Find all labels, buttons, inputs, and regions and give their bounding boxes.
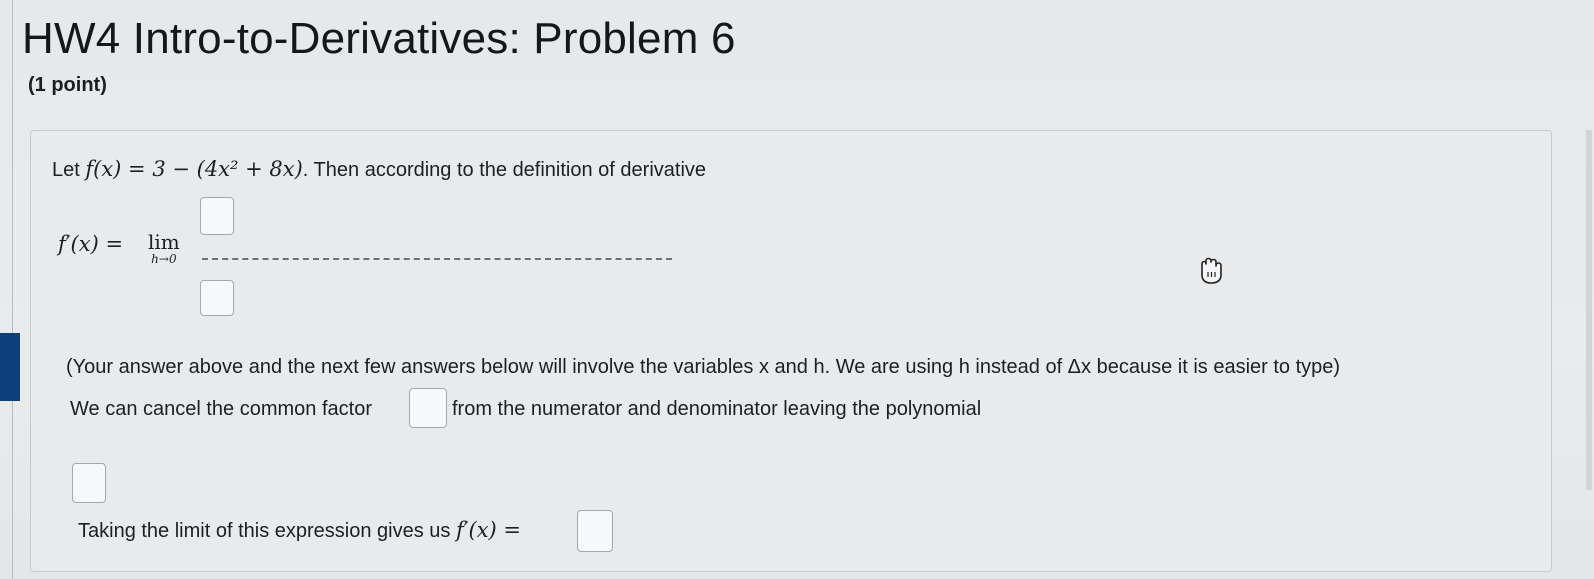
points-label: (1 point)	[28, 74, 107, 96]
cancel-prefix: We can cancel the common factor	[70, 398, 372, 420]
taking-limit-text: Taking the limit of this expression give…	[78, 520, 451, 542]
numerator-input[interactable]	[200, 197, 234, 235]
left-border	[12, 0, 13, 579]
cancel-suffix: from the numerator and denominator leavi…	[452, 398, 982, 420]
hand-cursor-icon	[1201, 257, 1222, 284]
final-lhs: f′(x) =	[455, 518, 522, 542]
problem-panel	[30, 130, 1552, 572]
lim-word: lim	[148, 230, 180, 254]
selection-marker	[0, 333, 20, 401]
taking-limit-line: Taking the limit of this expression give…	[78, 518, 521, 543]
lim-subscript: h→0	[151, 252, 177, 266]
function-definition: f(x) = 3 − (4x² + 8x)	[85, 157, 303, 181]
intro-suffix: . Then according to the definition of de…	[302, 159, 707, 181]
derivative-lhs: f′(x) =	[58, 232, 124, 256]
intro-prefix: Let	[52, 159, 80, 181]
denominator-input[interactable]	[200, 280, 234, 316]
limit-operator: lim h→0	[148, 230, 180, 266]
page-title: HW4 Intro-to-Derivatives: Problem 6	[22, 14, 736, 63]
final-answer-input[interactable]	[577, 510, 613, 552]
intro-line: Let f(x) = 3 − (4x² + 8x). Then accordin…	[52, 157, 706, 182]
polynomial-input[interactable]	[72, 463, 106, 503]
fraction-bar	[202, 258, 672, 260]
scrollbar[interactable]	[1586, 130, 1592, 490]
variables-note: (Your answer above and the next few answ…	[66, 356, 1341, 378]
common-factor-input[interactable]	[409, 388, 447, 428]
